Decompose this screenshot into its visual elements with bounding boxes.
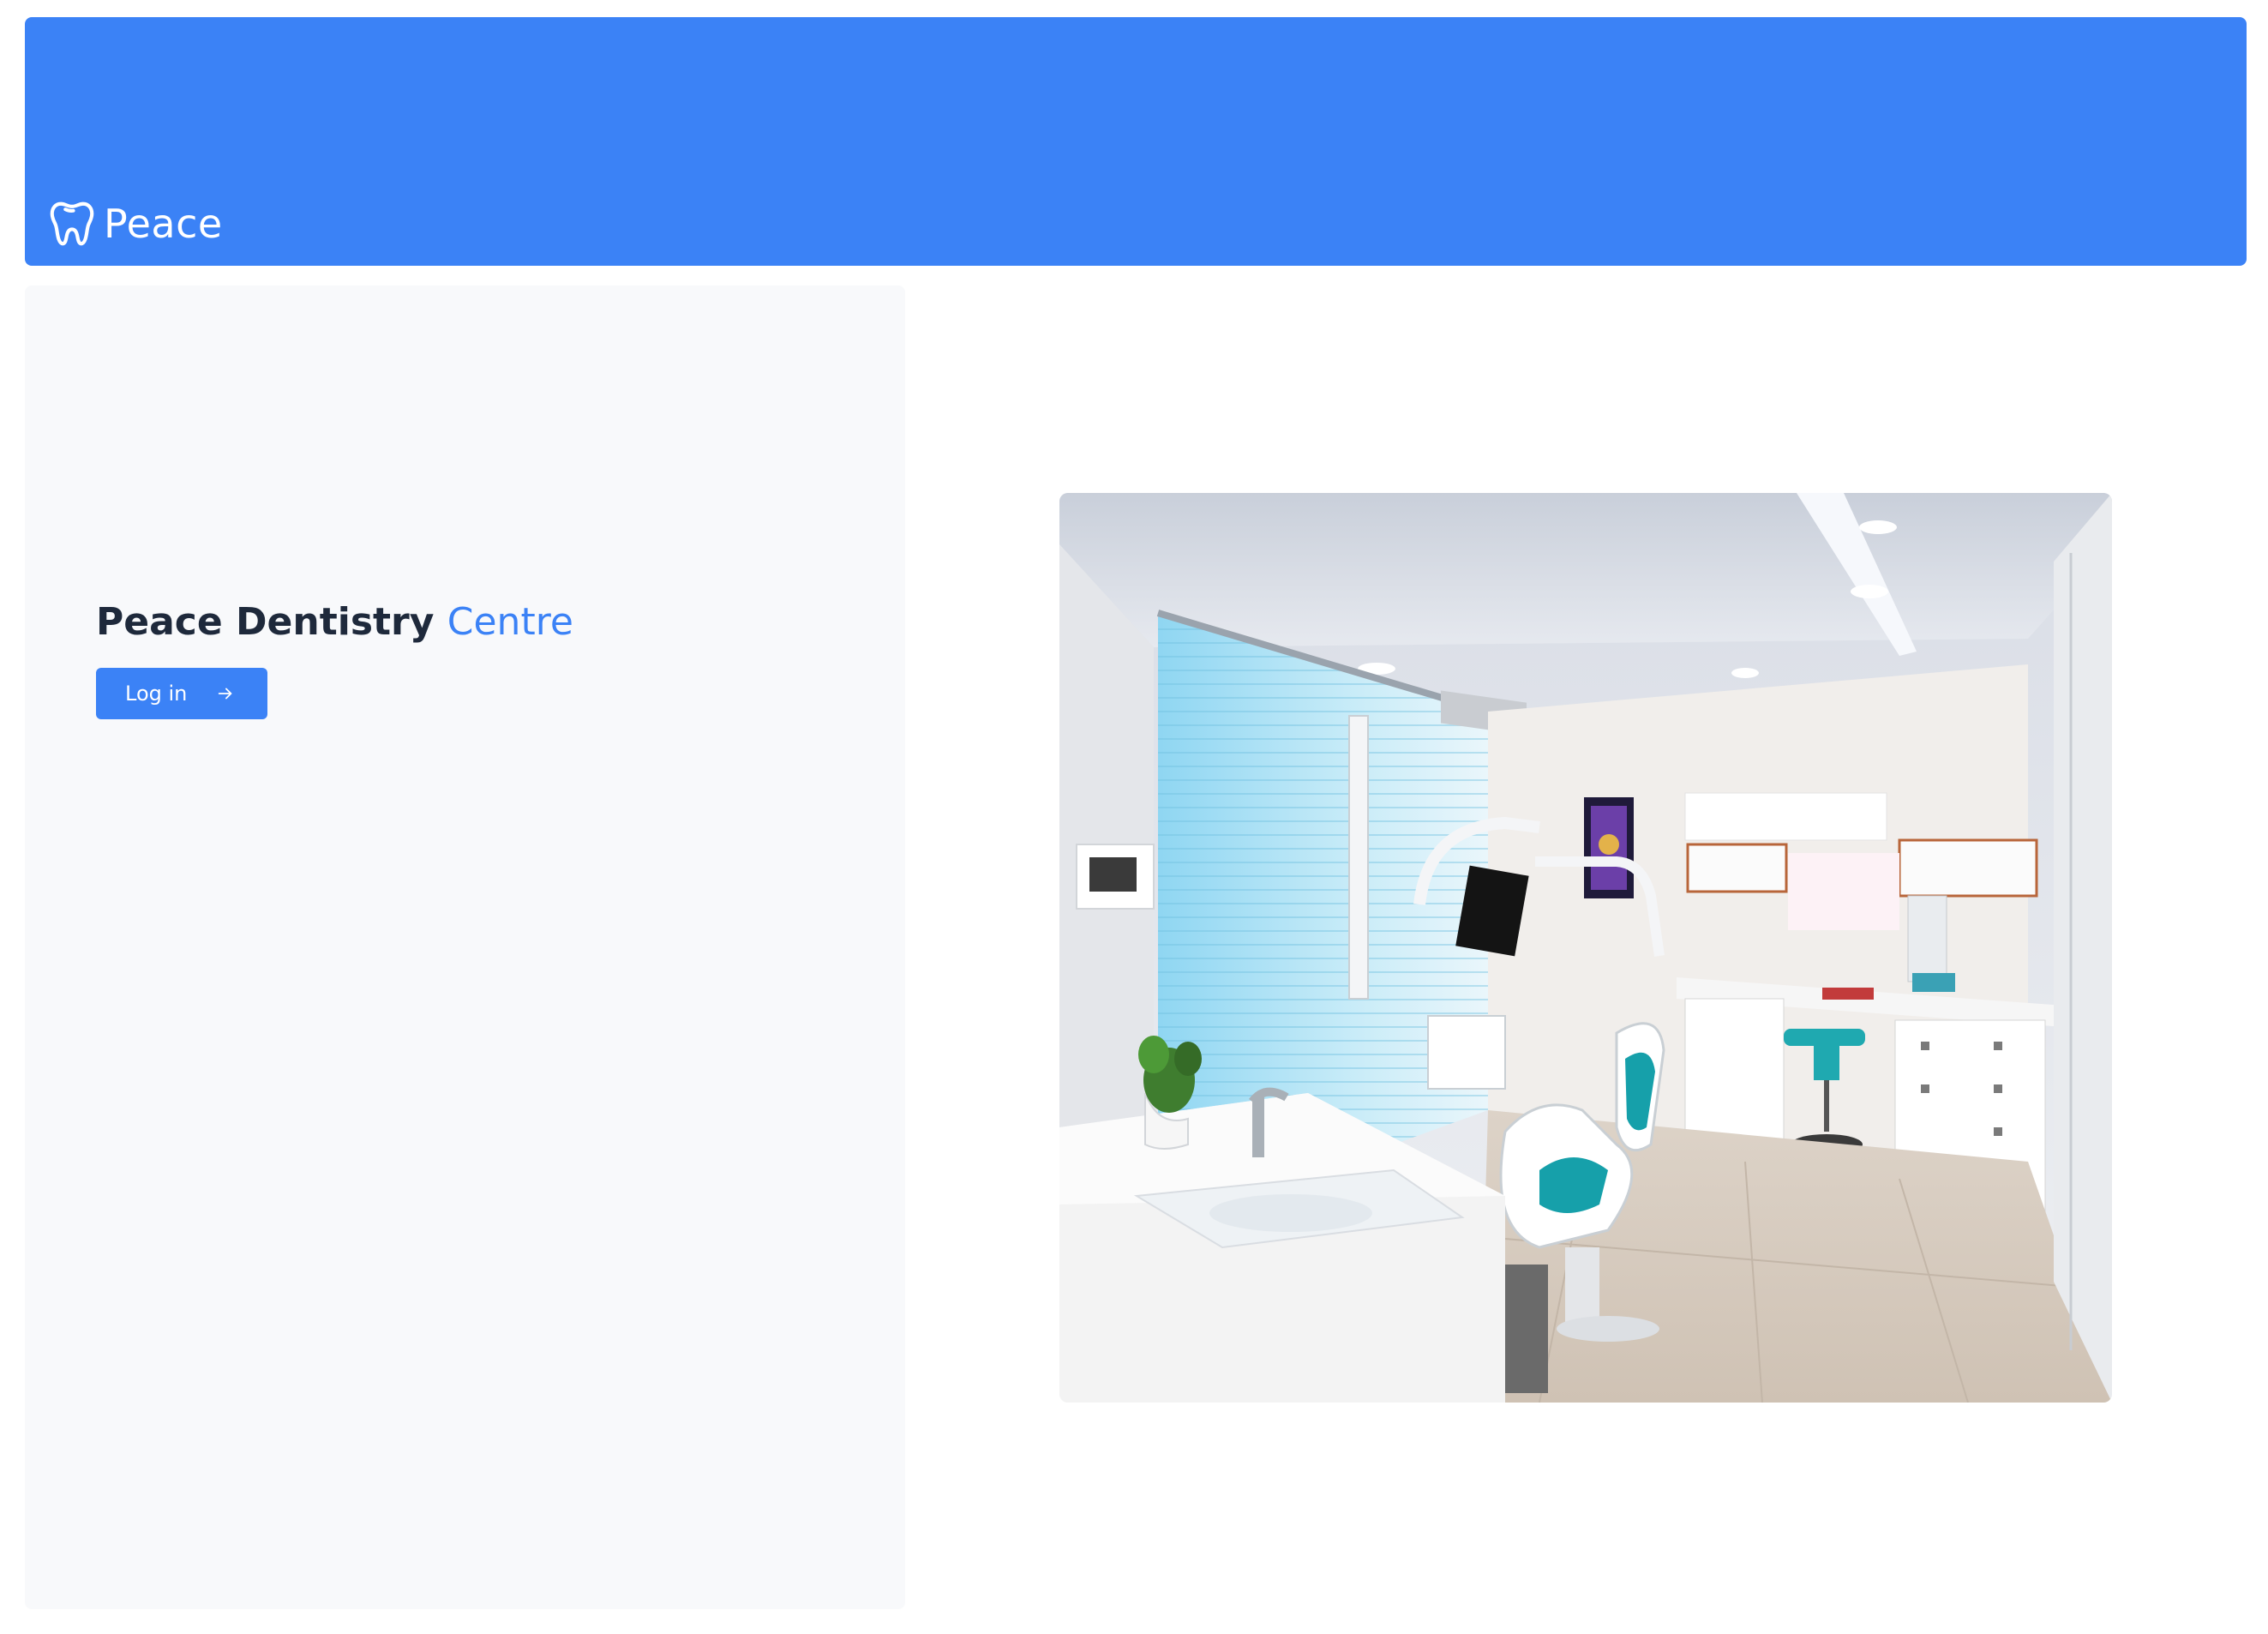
top-header: Peace — [25, 17, 2247, 266]
title-accent: Centre — [447, 600, 573, 644]
login-button-label: Log in — [125, 682, 188, 706]
brand-name: Peace — [104, 201, 223, 247]
tooth-icon — [50, 201, 94, 246]
login-button[interactable]: Log in — [96, 668, 268, 719]
page-title: Peace Dentistry Centre — [96, 600, 573, 644]
hero-panel — [25, 285, 905, 1609]
brand-logo-link[interactable]: Peace — [45, 197, 223, 250]
hero-content: Peace Dentistry Centre Log in — [96, 600, 573, 719]
title-main: Peace Dentistry — [96, 600, 435, 644]
dental-clinic-room-image — [1059, 493, 2112, 1403]
arrow-right-icon — [219, 688, 232, 700]
